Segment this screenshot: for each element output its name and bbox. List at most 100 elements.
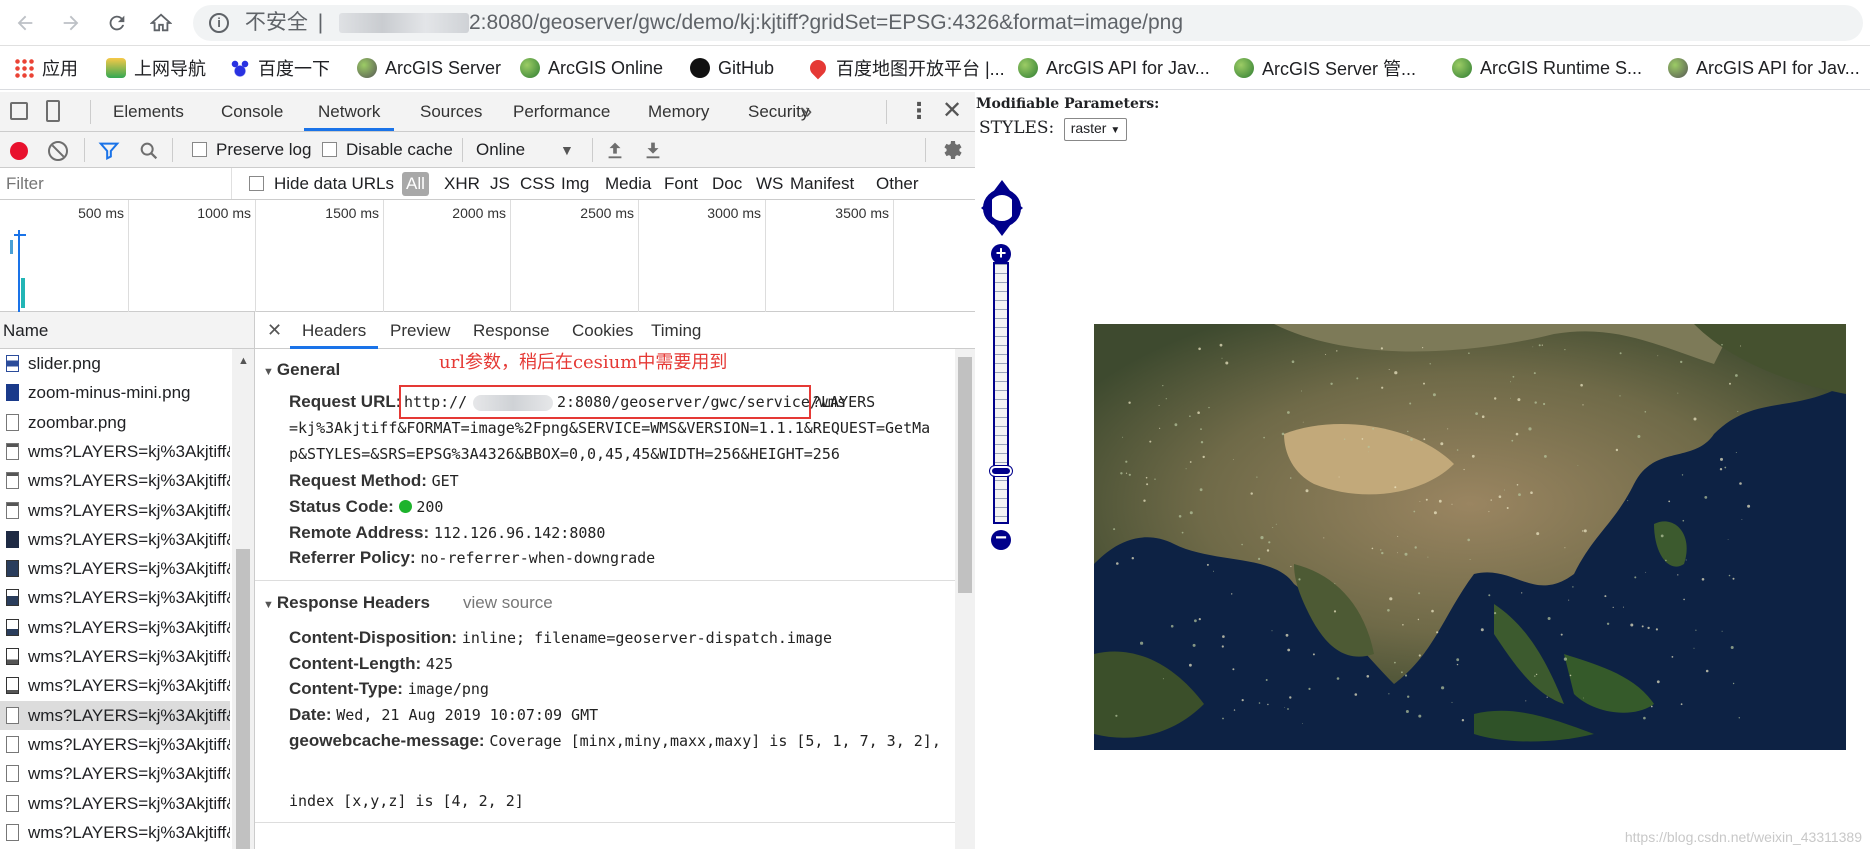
detail-tab-response[interactable]: Response	[473, 312, 550, 349]
record-button-icon[interactable]	[10, 142, 28, 160]
request-row[interactable]: zoombar.png	[0, 408, 230, 437]
download-icon[interactable]	[642, 139, 664, 161]
bookmark-item[interactable]: 应用	[14, 56, 78, 80]
scrollbar-thumb[interactable]	[958, 357, 972, 593]
general-section-toggle[interactable]: ▼ General	[263, 360, 340, 380]
details-scrollbar[interactable]	[955, 349, 975, 849]
tab-sources[interactable]: Sources	[420, 92, 482, 131]
scroll-up-icon[interactable]: ▲	[238, 355, 249, 367]
info-icon[interactable]: i	[209, 13, 229, 34]
request-url-line2[interactable]: =kj%3Akjtiff&FORMAT=image%2Fpng&SERVICE=…	[289, 415, 930, 441]
type-filter-css[interactable]: CSS	[516, 172, 559, 196]
bookmark-item[interactable]: ArcGIS Runtime S...	[1452, 56, 1642, 80]
request-url-tail[interactable]: ?LAYERS	[812, 389, 875, 415]
request-row[interactable]: zoom-minus-mini.png	[0, 378, 230, 407]
view-source-link[interactable]: view source	[463, 593, 553, 613]
more-tabs-button[interactable]: »	[800, 92, 812, 130]
type-filter-manifest[interactable]: Manifest	[786, 172, 858, 196]
type-filter-all[interactable]: All	[402, 172, 429, 196]
scrollbar-thumb[interactable]	[236, 549, 250, 849]
request-row[interactable]: wms?LAYERS=kj%3Akjtiff&	[0, 466, 230, 495]
reload-button[interactable]	[102, 8, 132, 38]
type-filter-js[interactable]: JS	[486, 172, 514, 196]
search-icon[interactable]	[138, 140, 160, 162]
request-url-main[interactable]: 2:8080/geoserver/gwc/service/wms	[557, 389, 846, 415]
type-filter-ws[interactable]: WS	[752, 172, 787, 196]
detail-tab-preview[interactable]: Preview	[390, 312, 450, 349]
zoom-slider-handle[interactable]	[989, 465, 1013, 477]
detail-tab-cookies[interactable]: Cookies	[572, 312, 633, 349]
tab-performance[interactable]: Performance	[513, 92, 610, 131]
tab-elements[interactable]: Elements	[113, 92, 184, 131]
type-filter-font[interactable]: Font	[660, 172, 702, 196]
request-row[interactable]: wms?LAYERS=kj%3Akjtiff&	[0, 613, 230, 642]
back-button[interactable]	[10, 8, 40, 38]
request-row[interactable]: wms?LAYERS=kj%3Akjtiff&	[0, 789, 230, 818]
request-row[interactable]: slider.png	[0, 349, 230, 378]
zoom-in-icon[interactable]: +	[991, 244, 1011, 264]
type-filter-xhr[interactable]: XHR	[440, 172, 484, 196]
clear-button-icon[interactable]	[48, 141, 68, 161]
tab-console[interactable]: Console	[221, 92, 283, 131]
request-row[interactable]: wms?LAYERS=kj%3Akjtiff&	[0, 554, 230, 583]
request-row[interactable]: wms?LAYERS=kj%3Akjtiff&	[0, 642, 230, 671]
home-button[interactable]	[146, 8, 176, 38]
gear-icon[interactable]	[940, 138, 964, 162]
type-filter-img[interactable]: Img	[557, 172, 593, 196]
map-light-dot	[1612, 606, 1614, 608]
request-list-scrollbar[interactable]: ▲	[232, 349, 254, 849]
bookmark-item[interactable]: GitHub	[690, 56, 774, 80]
request-row[interactable]: wms?LAYERS=kj%3Akjtiff&	[0, 759, 230, 788]
request-url-prefix[interactable]: http://	[404, 389, 467, 415]
bookmark-item[interactable]: 百度地图开放平台 |...	[806, 56, 1005, 80]
satellite-map[interactable]	[1094, 324, 1846, 750]
request-row[interactable]: wms?LAYERS=kj%3Akjtiff&	[0, 671, 230, 700]
address-bar[interactable]: i 不安全 | 2:8080/geoserver/gwc/demo/kj:kjt…	[193, 5, 1863, 41]
bookmark-item[interactable]: ArcGIS API for Jav...	[1668, 56, 1860, 80]
bookmark-item[interactable]: 百度一下	[230, 56, 330, 80]
pan-up-icon[interactable]	[993, 180, 1011, 192]
response-headers-toggle[interactable]: ▼ Response Headers	[263, 593, 430, 613]
disable-cache-checkbox[interactable]	[322, 142, 337, 157]
type-filter-doc[interactable]: Doc	[708, 172, 746, 196]
map-light-dot	[1468, 352, 1470, 354]
filter-input[interactable]	[0, 168, 232, 199]
throttle-select[interactable]: Online	[476, 132, 525, 168]
forward-button[interactable]	[56, 8, 86, 38]
request-row[interactable]: wms?LAYERS=kj%3Akjtiff&	[0, 583, 230, 612]
styles-select[interactable]: raster ▼	[1063, 118, 1128, 141]
bookmark-item[interactable]: ArcGIS Server 管...	[1234, 56, 1416, 80]
detail-tab-headers[interactable]: Headers	[290, 312, 379, 349]
upload-icon[interactable]	[604, 139, 626, 161]
type-filter-other[interactable]: Other	[872, 172, 923, 196]
request-row[interactable]: wms?LAYERS=kj%3Akjtiff&	[0, 700, 230, 730]
detail-tab-timing[interactable]: Timing	[651, 312, 701, 349]
device-toolbar-icon[interactable]	[46, 100, 60, 122]
tab-network[interactable]: Network	[304, 92, 395, 131]
request-row[interactable]: wms?LAYERS=kj%3Akjtiff&	[0, 730, 230, 759]
pan-control[interactable]	[980, 178, 1024, 240]
zoom-track[interactable]	[993, 262, 1009, 524]
hide-data-urls-checkbox[interactable]	[249, 176, 264, 191]
kebab-menu-icon[interactable]: ⋮	[908, 92, 930, 130]
inspect-element-icon[interactable]	[10, 102, 28, 120]
request-row[interactable]: wms?LAYERS=kj%3Akjtiff&	[0, 496, 230, 525]
name-column-header[interactable]: Name	[0, 312, 254, 349]
filter-icon[interactable]	[98, 140, 120, 162]
close-devtools-icon[interactable]: ✕	[942, 92, 962, 130]
chevron-down-icon[interactable]: ▼	[560, 140, 574, 160]
pan-down-icon[interactable]	[993, 224, 1011, 236]
request-row[interactable]: wms?LAYERS=kj%3Akjtiff&	[0, 525, 230, 554]
bookmark-item[interactable]: 上网导航	[106, 56, 206, 80]
request-row[interactable]: wms?LAYERS=kj%3Akjtiff&	[0, 437, 230, 466]
preserve-log-checkbox[interactable]	[192, 142, 207, 157]
request-row[interactable]: wms?LAYERS=kj%3Akjtiff&	[0, 818, 230, 847]
close-details-icon[interactable]: ✕	[267, 312, 282, 349]
zoom-out-icon[interactable]: −	[991, 528, 1011, 550]
bookmark-item[interactable]: ArcGIS Online	[520, 56, 663, 80]
type-filter-media[interactable]: Media	[601, 172, 655, 196]
request-url-line3[interactable]: p&STYLES=&SRS=EPSG%3A4326&BBOX=0,0,45,45…	[289, 441, 840, 467]
tab-memory[interactable]: Memory	[648, 92, 709, 131]
bookmark-item[interactable]: ArcGIS Server	[357, 56, 501, 80]
bookmark-item[interactable]: ArcGIS API for Jav...	[1018, 56, 1210, 80]
